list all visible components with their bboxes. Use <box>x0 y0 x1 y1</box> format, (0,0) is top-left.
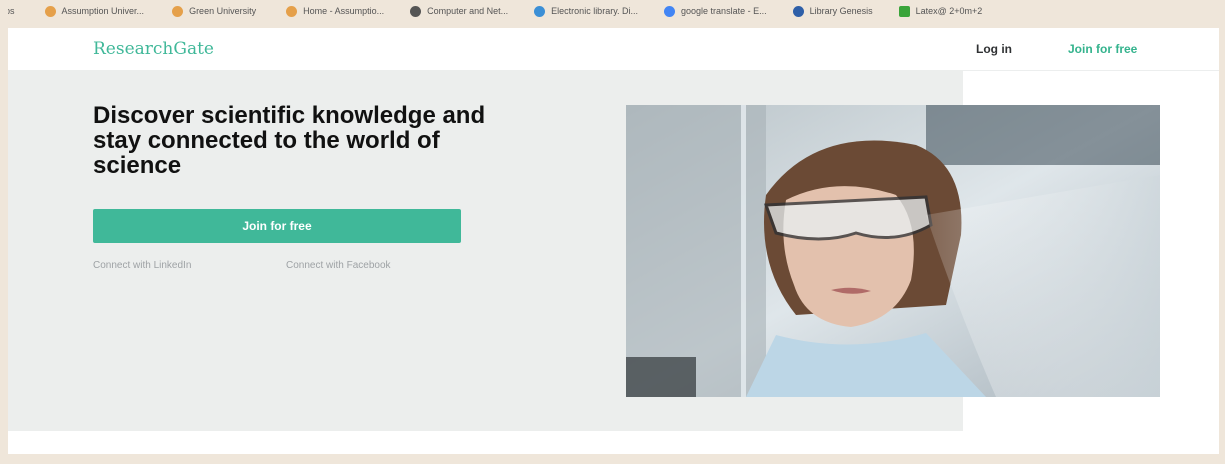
join-button[interactable]: Join for free <box>93 209 461 243</box>
top-nav: ResearchGate Log in Join for free <box>8 28 1219 71</box>
bookmark-item[interactable]: Home - Assumptio... <box>286 5 385 17</box>
bookmark-favicon-icon <box>172 5 184 17</box>
login-link[interactable]: Log in <box>976 42 1012 56</box>
join-nav-link[interactable]: Join for free <box>1068 42 1137 56</box>
bookmark-item[interactable]: Library Genesis <box>792 5 873 17</box>
bookmark-favicon-icon <box>44 5 56 17</box>
linkedin-link[interactable]: Connect with LinkedIn <box>93 260 191 271</box>
bookmark-favicon-icon <box>792 5 804 17</box>
bookmark-favicon-icon <box>410 5 422 17</box>
bookmark-item[interactable]: Assumption Univer... <box>44 5 145 17</box>
bookmark-label: Computer and Net... <box>427 6 509 16</box>
google-icon <box>664 5 676 17</box>
bookmarks-bar: pps Assumption Univer... Green Universit… <box>0 0 1225 22</box>
bookmark-favicon-icon <box>898 5 910 17</box>
bookmark-favicon-icon <box>286 5 298 17</box>
bookmark-item[interactable]: Electronic library. Di... <box>534 5 639 17</box>
bookmark-item[interactable]: Green University <box>172 5 257 17</box>
bookmark-label: google translate - E... <box>681 6 767 16</box>
browser-frame-left <box>0 0 8 464</box>
bookmark-label: Latex@ 2+0m+2 <box>915 6 983 16</box>
hero-headline: Discover scientific knowledge and stay c… <box>93 102 486 179</box>
page: ResearchGate Log in Join for free Discov… <box>8 28 1219 454</box>
bookmark-label: Assumption Univer... <box>61 6 145 16</box>
logo[interactable]: ResearchGate <box>93 39 214 59</box>
hero-photo <box>626 105 1160 397</box>
bookmark-label: Home - Assumptio... <box>303 6 385 16</box>
browser-frame-right <box>1219 0 1225 464</box>
bookmark-label: Electronic library. Di... <box>551 6 639 16</box>
bookmark-item[interactable]: Latex@ 2+0m+2 <box>898 5 983 17</box>
browser-frame-bottom <box>0 454 1225 464</box>
facebook-link[interactable]: Connect with Facebook <box>286 260 391 271</box>
bookmark-favicon-icon <box>534 5 546 17</box>
bookmark-label: Library Genesis <box>809 6 873 16</box>
bookmark-item[interactable]: Computer and Net... <box>410 5 509 17</box>
bookmark-label: Green University <box>189 6 257 16</box>
bookmark-item[interactable]: google translate - E... <box>664 5 767 17</box>
